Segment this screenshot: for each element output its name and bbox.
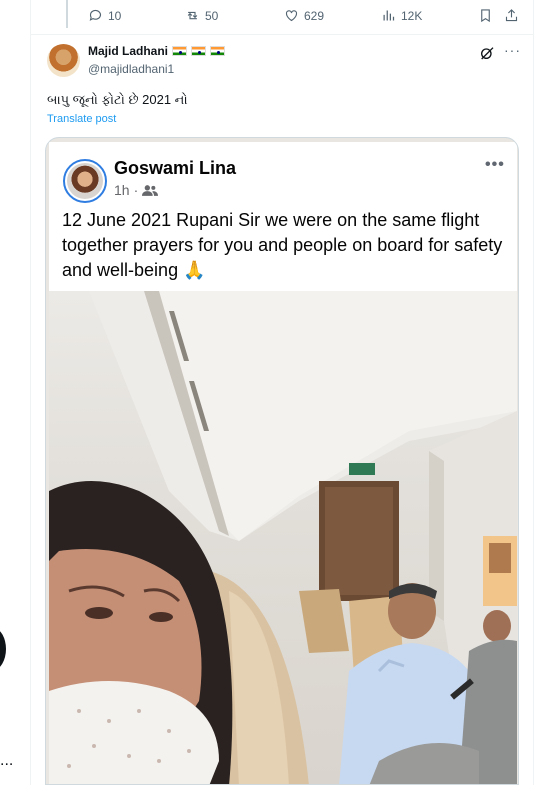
views-button[interactable]: 12K bbox=[381, 8, 422, 23]
friends-icon bbox=[142, 184, 159, 196]
like-button[interactable]: 629 bbox=[284, 8, 324, 23]
india-flag-icon bbox=[191, 46, 207, 56]
thread-rail bbox=[66, 0, 68, 28]
fb-author-name: Goswami Lina bbox=[114, 158, 237, 178]
share-button[interactable] bbox=[504, 8, 519, 23]
author-handle[interactable]: @majidladhani1 bbox=[88, 62, 174, 76]
author-name-row[interactable]: Majid Ladhani bbox=[88, 44, 226, 58]
india-flag-icon bbox=[210, 46, 226, 56]
timeline-border-left bbox=[30, 0, 31, 785]
views-count: 12K bbox=[401, 8, 423, 23]
left-sidebar-edge: ... bbox=[0, 0, 30, 785]
more-icon[interactable]: ··· bbox=[504, 42, 521, 58]
tweet-divider bbox=[31, 34, 533, 35]
airplane-cabin-photo bbox=[49, 291, 517, 784]
reply-icon bbox=[89, 9, 102, 21]
fb-post-time: 1h bbox=[114, 182, 130, 198]
retweet-icon bbox=[187, 11, 198, 20]
author-name[interactable]: Majid Ladhani bbox=[88, 44, 168, 58]
embedded-facebook-screenshot: Goswami Lina 1h · ••• 12 June 2021 Rupan… bbox=[49, 142, 517, 784]
retweet-button[interactable]: 50 bbox=[185, 8, 218, 23]
like-count: 629 bbox=[304, 8, 325, 23]
author-avatar[interactable] bbox=[47, 44, 80, 77]
views-icon bbox=[383, 10, 395, 21]
like-icon bbox=[285, 10, 298, 22]
fb-avatar bbox=[67, 163, 103, 199]
account-avatar[interactable] bbox=[0, 628, 6, 670]
account-more-icon[interactable]: ... bbox=[0, 752, 13, 770]
tweet-media[interactable]: Goswami Lina 1h · ••• 12 June 2021 Rupan… bbox=[45, 137, 519, 785]
retweet-count: 50 bbox=[205, 8, 219, 23]
translate-link[interactable]: Translate post bbox=[47, 113, 116, 125]
fb-post-text: 12 June 2021 Rupani Sir we were on the s… bbox=[62, 210, 503, 280]
bookmark-button[interactable] bbox=[478, 8, 493, 23]
timeline-border-right bbox=[533, 0, 534, 785]
tweet-text: બાપુ જૂનો ફોટો છે 2021 નો bbox=[47, 92, 188, 107]
share-icon bbox=[505, 9, 518, 22]
fb-post-meta: 1h · bbox=[114, 182, 159, 198]
grok-icon[interactable] bbox=[479, 45, 495, 61]
reply-count: 10 bbox=[108, 8, 122, 23]
fb-meta-separator: · bbox=[133, 182, 139, 198]
reply-button[interactable]: 10 bbox=[88, 8, 121, 23]
cabin-photo-illustration bbox=[49, 291, 517, 784]
india-flag-icon bbox=[172, 46, 188, 56]
bookmark-icon bbox=[481, 9, 490, 23]
fb-more-icon: ••• bbox=[485, 156, 505, 173]
